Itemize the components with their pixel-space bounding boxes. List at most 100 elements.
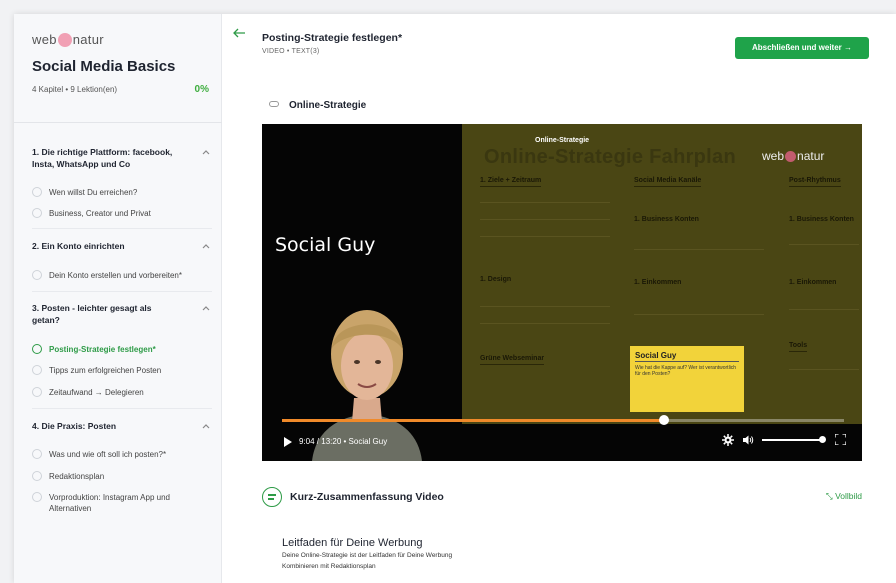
- current-time: 9:04: [299, 437, 315, 446]
- document-icon: [262, 487, 282, 507]
- fullscreen-link[interactable]: ⤡ Vollbild: [826, 491, 862, 502]
- slide-column-label: 1. Design: [480, 276, 512, 283]
- lesson-label: Redaktionsplan: [49, 472, 105, 481]
- video-progress-fill: [282, 419, 665, 422]
- slide-column-label: 1. Business Konten: [634, 216, 699, 223]
- slide-heading: Online-Strategie Fahrplan: [484, 146, 736, 168]
- lesson-check-icon: [32, 387, 42, 397]
- chapter-title: 1. Die richtige Plattform: facebook, Ins…: [32, 147, 173, 169]
- chapter-separator: [32, 291, 212, 292]
- slide-column-label: 1. Einkommen: [634, 279, 682, 286]
- lesson-label: Was und wie oft soll ich posten?*: [49, 450, 167, 459]
- course-meta: 4 Kapitel • 9 Lektion(en): [32, 85, 118, 94]
- lesson-check-icon: [32, 344, 42, 354]
- slide-column-label: Social Media Kanäle: [634, 177, 702, 187]
- chapter-separator: [32, 408, 212, 409]
- lesson-check-icon: [32, 187, 42, 197]
- brand-logo[interactable]: web natur: [32, 32, 104, 47]
- lesson-check-icon: [32, 471, 42, 481]
- lesson-item[interactable]: Zeitaufwand → Delegieren: [32, 387, 212, 398]
- lesson-label: Tipps zum erfolgreichen Posten: [49, 366, 162, 375]
- course-sidebar: web natur Social Media Basics 4 Kapitel •…: [14, 14, 222, 583]
- slide-logo-left: web: [762, 149, 785, 163]
- lesson-item[interactable]: Dein Konto erstellen und vorbereiten*: [32, 270, 212, 281]
- slide-line: [789, 369, 859, 370]
- volume-slider-handle[interactable]: [819, 436, 826, 443]
- slide-logo-right: natur: [797, 149, 825, 163]
- slide-column-label: Post-Rhythmus: [789, 177, 841, 187]
- slide-line: [480, 219, 610, 220]
- slide-logo: web natur: [762, 149, 824, 163]
- note-title: Social Guy: [635, 351, 739, 362]
- lesson-label: Dein Konto erstellen und vorbereiten*: [49, 271, 182, 280]
- collapse-sidebar-icon[interactable]: [232, 28, 246, 38]
- section-heading: Online-Strategie: [269, 100, 366, 111]
- slide-caption: Online-Strategie: [535, 137, 590, 144]
- sticky-note: Social Guy Wie hat die Kappe auf? Wer is…: [630, 346, 744, 412]
- gear-icon[interactable]: [722, 434, 734, 446]
- slide-line: [634, 249, 764, 250]
- volume-icon[interactable]: [742, 434, 754, 446]
- duration: 13:20: [321, 437, 342, 446]
- logo-text-left: web: [32, 32, 57, 47]
- slide-line: [789, 309, 859, 310]
- video-player[interactable]: Online-Strategie Online-Strategie Fahrpl…: [262, 124, 862, 461]
- fullscreen-label: Vollbild: [835, 491, 862, 501]
- chevron-up-icon[interactable]: [200, 146, 212, 158]
- course-progress-percent: 0%: [194, 84, 209, 95]
- lesson-type: VIDEO • TEXT(3): [262, 48, 320, 55]
- logo-dot-icon: [57, 33, 72, 47]
- document-text-line: Kombinieren mit Redaktionsplan: [282, 563, 376, 570]
- chevron-up-icon[interactable]: [200, 420, 212, 432]
- lesson-label: Zeitaufwand → Delegieren: [49, 388, 144, 397]
- chapter-4-header[interactable]: 4. Die Praxis: Posten: [32, 420, 212, 432]
- lesson-label: Business, Creator und Privat: [49, 209, 151, 218]
- slide-logo-dot-icon: [785, 151, 797, 162]
- lesson-check-icon: [32, 449, 42, 459]
- lesson-item[interactable]: Was und wie oft soll ich posten?*: [32, 449, 212, 460]
- chapter-1-header[interactable]: 1. Die richtige Plattform: facebook, Ins…: [32, 146, 212, 170]
- lesson-item-active[interactable]: Posting-Strategie festlegen*: [32, 344, 212, 355]
- lesson-check-icon: [32, 270, 42, 280]
- lesson-item[interactable]: Business, Creator und Privat: [32, 208, 212, 219]
- summary-title: Kurz-Zusammenfassung Video: [290, 491, 444, 503]
- chapter-title: 3. Posten - leichter gesagt als getan?: [32, 303, 152, 325]
- slide-column-label: 1. Einkommen: [789, 279, 837, 286]
- play-icon[interactable]: [284, 437, 292, 447]
- chapter-separator: [32, 228, 212, 229]
- slide-column-label: Tools: [789, 342, 808, 352]
- lesson-check-icon: [32, 365, 42, 375]
- speaker-name: Social Guy: [275, 234, 376, 256]
- slide-line: [634, 314, 764, 315]
- slide-line: [480, 236, 610, 237]
- chevron-up-icon[interactable]: [200, 302, 212, 314]
- document-title: Leitfaden für Deine Werbung: [282, 537, 423, 549]
- note-text: Wie hat die Kappe auf? Wer ist verantwor…: [635, 365, 737, 377]
- chapter-2-header[interactable]: 2. Ein Konto einrichten: [32, 240, 212, 252]
- chevron-up-icon[interactable]: [200, 240, 212, 252]
- summary-header: Kurz-Zusammenfassung Video ⤡ Vollbild: [262, 487, 862, 511]
- slide-column-label: 1. Business Konten: [789, 216, 854, 223]
- lesson-label: Wen willst Du erreichen?: [49, 188, 138, 197]
- app-frame: web natur Social Media Basics 4 Kapitel •…: [14, 14, 896, 583]
- lesson-item[interactable]: Redaktionsplan: [32, 471, 212, 482]
- lesson-check-icon: [32, 492, 42, 502]
- complete-and-continue-button[interactable]: Abschließen und weiter →: [735, 37, 869, 59]
- lesson-title: Posting-Strategie festlegen*: [262, 32, 403, 44]
- lesson-item[interactable]: Vorproduktion: Instagram App und Alterna…: [32, 492, 212, 514]
- lesson-check-icon: [32, 208, 42, 218]
- lesson-item[interactable]: Tipps zum erfolgreichen Posten: [32, 365, 212, 376]
- lesson-item[interactable]: Wen willst Du erreichen?: [32, 187, 212, 198]
- expand-icon: ⤡: [825, 491, 836, 501]
- chapter-3-header[interactable]: 3. Posten - leichter gesagt als getan?: [32, 302, 212, 326]
- slide-line: [480, 202, 610, 203]
- section-title: Online-Strategie: [289, 100, 367, 111]
- lesson-label: Posting-Strategie festlegen*: [49, 345, 156, 354]
- fullscreen-icon[interactable]: [835, 434, 846, 445]
- volume-slider[interactable]: [762, 439, 824, 441]
- section-toggle-icon: [269, 101, 279, 107]
- chapter-title: 2. Ein Konto einrichten: [32, 241, 125, 251]
- video-chapter-label: Social Guy: [348, 437, 388, 446]
- video-progress-bar[interactable]: [282, 415, 844, 425]
- slide-line: [480, 306, 610, 307]
